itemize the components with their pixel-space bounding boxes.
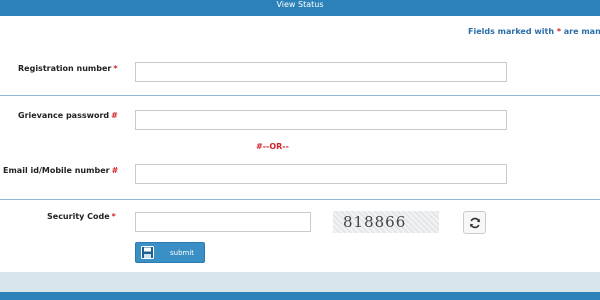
refresh-icon (469, 217, 480, 228)
grievance-password-label: Grievance password # (18, 111, 118, 120)
page-header-bar: View Status (0, 0, 600, 16)
security-code-label: Security Code * (47, 212, 116, 221)
footer-bar (0, 292, 600, 300)
row-divider (0, 95, 600, 96)
grievance-password-input[interactable] (135, 110, 507, 130)
submit-label: submit (170, 248, 195, 257)
row-divider (0, 199, 600, 200)
refresh-captcha-button[interactable] (463, 211, 486, 234)
page-header-title: View Status (276, 0, 324, 9)
submit-button[interactable]: submit (135, 242, 205, 263)
save-icon (141, 246, 154, 259)
captcha-image: 818866 (333, 211, 439, 233)
footer-band (0, 272, 600, 292)
email-mobile-label: Email id/Mobile number # (3, 166, 119, 175)
or-separator: #--OR-- (256, 142, 289, 151)
email-mobile-input[interactable] (135, 164, 507, 184)
registration-number-input[interactable] (135, 62, 507, 82)
registration-number-label: Registration number * (18, 64, 118, 73)
security-code-input[interactable] (135, 212, 311, 232)
mandatory-fields-note: Fields marked with * are man (468, 27, 600, 36)
